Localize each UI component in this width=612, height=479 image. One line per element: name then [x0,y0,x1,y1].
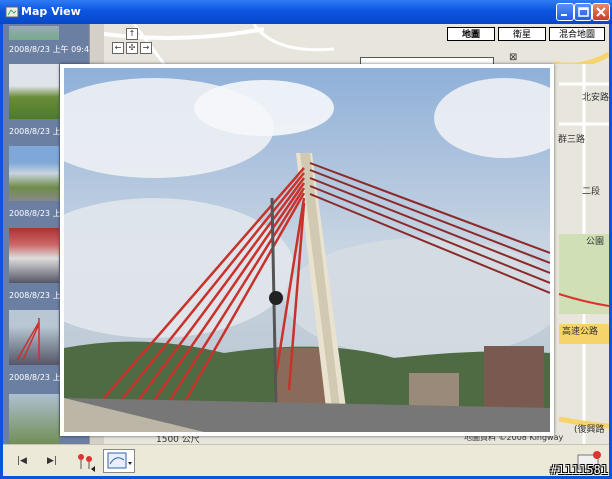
app-icon [5,6,19,18]
maximize-icon [578,7,589,17]
thumbnail[interactable] [9,310,59,365]
thumbnail-caption: 2008/8/23 上午 09:46 [9,45,89,54]
map-type-hybrid[interactable]: 混合地圖 [549,27,605,41]
close-icon [596,7,606,17]
road-label: 北安路 [582,93,609,103]
road-label: 二段 [582,187,601,197]
thumbnail[interactable] [9,146,59,201]
thumbnail[interactable] [9,26,59,40]
road-label: 群三路 [558,135,586,145]
maximize-button[interactable] [574,3,592,21]
track-icon [107,452,132,469]
map-type-map[interactable]: 地圖 [447,27,495,41]
thumbnail[interactable] [9,228,59,283]
track-options-button[interactable] [103,449,135,473]
pan-left-button[interactable]: ← [112,42,124,54]
minimize-button[interactable] [556,3,574,21]
photo-image [64,68,550,432]
photo-bridge [64,68,550,432]
pan-right-button[interactable]: → [140,42,152,54]
thumbnail[interactable] [9,394,59,444]
next-photo-button[interactable]: ▶| [39,449,65,473]
locate-button[interactable] [73,449,99,473]
bottom-toolbar: |◀ ▶| [3,444,609,476]
watermark: #1111581 [550,463,608,477]
first-photo-button[interactable]: |◀ [9,449,35,473]
info-close-icon[interactable]: ⊠ [509,52,517,63]
window-title: Map View [21,5,81,18]
map-type-satellite[interactable]: 衛星 [498,27,546,41]
road-label: (復興路 [574,425,605,435]
thumbnail[interactable] [9,64,59,119]
map-pin-icon [78,454,95,472]
title-bar[interactable]: Map View [0,0,612,24]
pan-center-button[interactable]: ✣ [126,42,138,54]
close-button[interactable] [592,3,610,21]
map-view-window: Map View 2008/8/23 上午 09:46 2008/8/23 上午… [0,0,612,479]
pan-up-button[interactable]: ↑ [126,28,138,40]
minimize-icon [561,14,567,16]
road-label: 公園 [586,237,605,247]
road-label: 高速公路 [562,327,599,337]
